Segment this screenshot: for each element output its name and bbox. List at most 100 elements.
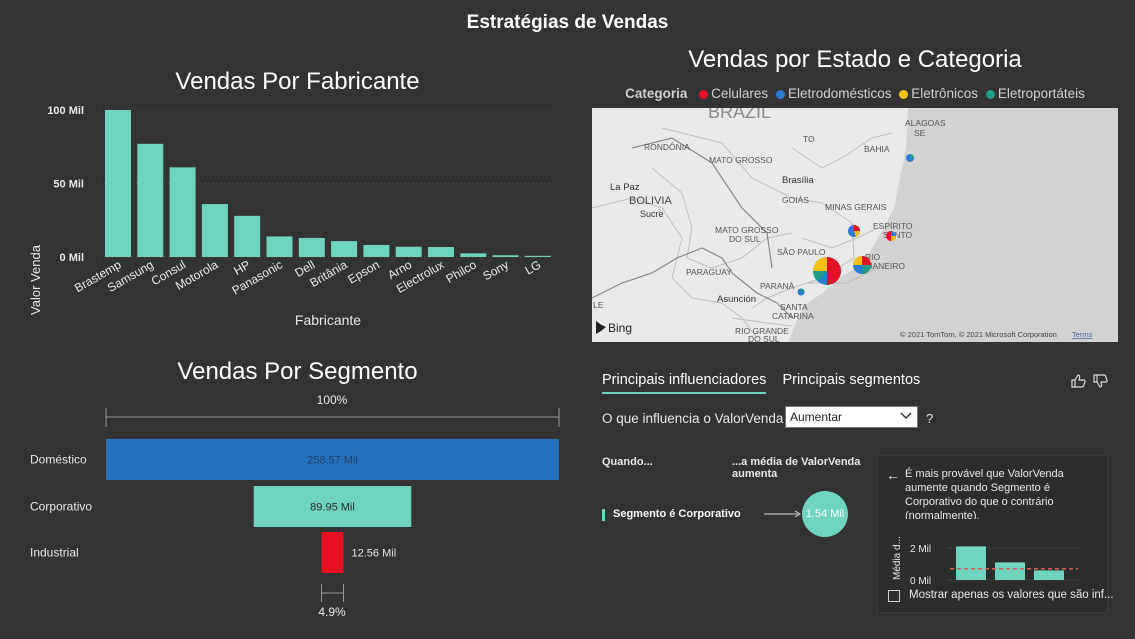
arrow-right-icon bbox=[764, 510, 801, 518]
map-canvas[interactable]: BRAZIL ALAGOAS SE TO BAHIA RONDÔNIA MATO… bbox=[592, 108, 1118, 342]
svg-text:Bing: Bing bbox=[608, 321, 632, 335]
fabricante-bar-chart[interactable]: 0 Mil50 Mil100 Mil BrastempSamsungConsul… bbox=[0, 96, 575, 341]
map-label-le: LE bbox=[593, 300, 604, 310]
bar-dell[interactable] bbox=[298, 237, 325, 257]
funnel-value-label: 12.56 Mil bbox=[352, 548, 397, 560]
influencer-value-bubble[interactable]: 1.54 Mil bbox=[802, 491, 848, 537]
x-tick-label: LG bbox=[523, 257, 544, 277]
map-label-se: SE bbox=[914, 128, 926, 138]
map-legend: Categoria Celulares Eletrodomésticos Ele… bbox=[592, 86, 1118, 101]
funnel-value-label: 89.95 Mil bbox=[310, 502, 355, 514]
x-tick-label: Britânia bbox=[307, 257, 350, 290]
influencer-mini-chart: Média d... 2 Mil 0 Mil bbox=[892, 536, 1078, 586]
dropdown-value: Aumentar bbox=[790, 410, 843, 424]
influencer-direction-dropdown[interactable]: Aumentar bbox=[785, 406, 918, 428]
segmento-funnel-chart[interactable]: 100% Doméstico 258.57 Mil Corporativo 89.95… bbox=[0, 390, 580, 625]
bar-motorola[interactable] bbox=[201, 204, 228, 257]
map-label-mts2: DO SUL bbox=[729, 234, 761, 244]
funnel-top-bracket bbox=[105, 408, 560, 427]
back-arrow-icon[interactable]: ← bbox=[886, 467, 900, 483]
legend-dot-icon bbox=[899, 90, 909, 99]
map-terms-link[interactable]: Terms bbox=[1072, 330, 1093, 339]
funnel-category-corporativo: Corporativo bbox=[30, 500, 92, 514]
tab-principais-segmentos[interactable]: Principais segmentos bbox=[782, 372, 920, 388]
map-title: Vendas por Estado e Categoria bbox=[688, 46, 1022, 73]
funnel-bottom-bracket bbox=[320, 584, 345, 602]
selected-factor-marker bbox=[602, 509, 605, 521]
page-title: Estratégias de Vendas bbox=[466, 12, 669, 33]
show-only-influencers-checkbox[interactable] bbox=[888, 590, 900, 602]
map-label-rondonia: RONDÔNIA bbox=[644, 142, 690, 152]
mini-chart-y-label: Média d... bbox=[892, 536, 903, 580]
feedback-buttons bbox=[1071, 374, 1108, 388]
map-pie-espirito-santo[interactable] bbox=[886, 231, 896, 241]
bar-arno[interactable] bbox=[395, 246, 422, 257]
map-label-sucre: Sucre bbox=[640, 209, 664, 219]
fabricante-x-axis-label: Fabricante bbox=[295, 312, 361, 328]
y-tick-label: 100 Mil bbox=[47, 105, 84, 117]
map-label-sp: SÃO PAULO bbox=[777, 247, 826, 257]
mini-bar[interactable] bbox=[956, 546, 986, 580]
map-label-goias: GOIÁS bbox=[782, 195, 809, 205]
legend-dot-icon bbox=[985, 90, 995, 99]
map-label-brasilia: Brasília bbox=[782, 175, 814, 186]
bar-lg[interactable] bbox=[524, 255, 551, 257]
bar-epson[interactable] bbox=[363, 244, 390, 257]
bar-consul[interactable] bbox=[169, 167, 196, 257]
x-tick-label: Epson bbox=[345, 257, 381, 286]
mini-bar[interactable] bbox=[1034, 570, 1064, 580]
show-only-influencers-label: Mostrar apenas os valores que são inf... bbox=[909, 589, 1114, 601]
map-pie-bahia[interactable] bbox=[906, 154, 914, 162]
help-question-mark[interactable]: ? bbox=[926, 411, 933, 426]
map-label-brazil: BRAZIL bbox=[708, 108, 771, 122]
legend-dot-icon bbox=[775, 90, 785, 99]
average-header: ...a média de ValorVenda aumenta bbox=[732, 456, 861, 480]
x-tick-label: Sony bbox=[480, 257, 511, 283]
bar-philco[interactable] bbox=[460, 253, 487, 257]
y-tick-label: 50 Mil bbox=[53, 179, 84, 191]
legend-item-eletrodomesticos[interactable]: Eletrodomésticos bbox=[772, 86, 892, 101]
tab-principais-influenciadores[interactable]: Principais influenciadores bbox=[602, 372, 767, 394]
legend-item-celulares[interactable]: Celulares bbox=[695, 86, 768, 101]
thumbs-up-icon[interactable] bbox=[1071, 374, 1086, 388]
map-pie-rio-de-janeiro[interactable] bbox=[853, 256, 871, 274]
bar-samsung[interactable] bbox=[137, 143, 164, 257]
map-label-parana: PARANÁ bbox=[760, 281, 795, 291]
when-header: Quando... bbox=[602, 456, 653, 468]
legend-label: Eletroportáteis bbox=[997, 86, 1085, 101]
legend-label: Eletrodomésticos bbox=[787, 86, 892, 101]
map-label-bahia: BAHIA bbox=[864, 144, 890, 154]
bar-hp[interactable] bbox=[234, 215, 261, 257]
legend-item-eletroportateis[interactable]: Eletroportáteis bbox=[982, 86, 1085, 101]
mini-bar[interactable] bbox=[995, 562, 1025, 580]
influencer-explanation: É mais provável que ValorVenda aumente q… bbox=[905, 468, 1064, 519]
funnel-bottom-percent: 4.9% bbox=[318, 605, 346, 619]
funnel-category-doméstico: Doméstico bbox=[30, 453, 87, 467]
influencer-factor[interactable]: Segmento é Corporativo bbox=[613, 508, 741, 520]
bar-brastemp[interactable] bbox=[105, 110, 131, 257]
funnel-value-label: 258.57 Mil bbox=[307, 455, 358, 467]
map-pie-sao-paulo[interactable] bbox=[813, 257, 841, 285]
influencer-question: O que influencia o ValorVenda a bbox=[602, 411, 795, 426]
funnel-bar-industrial[interactable] bbox=[321, 532, 344, 573]
legend-label: Celulares bbox=[711, 86, 769, 101]
map-pie-parana[interactable] bbox=[797, 288, 805, 296]
bar-electrolux[interactable] bbox=[428, 247, 454, 257]
map-label-lapaz: La Paz bbox=[610, 182, 640, 193]
bar-sony[interactable] bbox=[492, 255, 519, 257]
fabricante-y-axis-label: Valor Venda bbox=[28, 244, 43, 315]
thumbs-down-icon[interactable] bbox=[1093, 374, 1108, 388]
chevron-down-icon bbox=[900, 412, 912, 420]
influencer-tabs: Principais influenciadores Principais se… bbox=[602, 372, 920, 394]
legend-item-eletronicos[interactable]: Eletrônicos bbox=[895, 86, 978, 101]
x-tick-label: Philco bbox=[443, 257, 479, 286]
legend-title: Categoria bbox=[625, 86, 688, 101]
bar-britânia[interactable] bbox=[331, 241, 358, 257]
bar-panasonic[interactable] bbox=[266, 236, 293, 257]
map-pie-minas[interactable] bbox=[848, 225, 861, 237]
map-label-asuncion: Asunción bbox=[717, 294, 756, 305]
y-tick-label: 0 Mil bbox=[60, 252, 84, 264]
map-label-alagoas: ALAGOAS bbox=[905, 118, 946, 128]
map-label-minas: MINAS GERAIS bbox=[825, 202, 887, 212]
map-label-sc2: CATARINA bbox=[772, 311, 814, 321]
